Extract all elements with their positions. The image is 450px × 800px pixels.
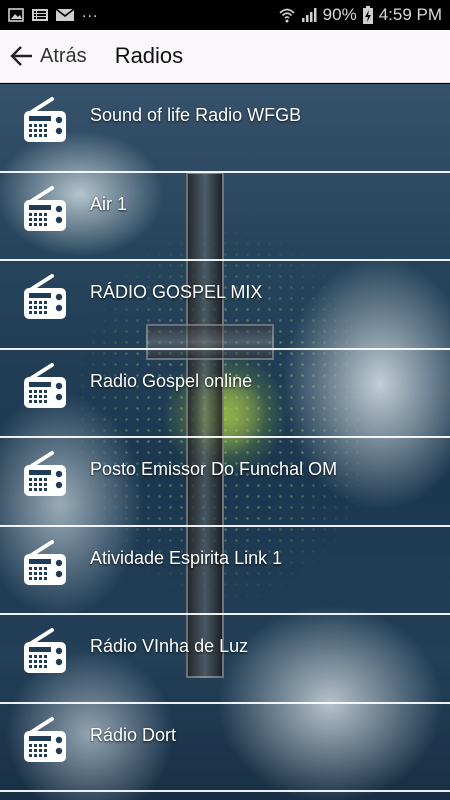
signal-icon — [301, 7, 317, 23]
radio-list-item[interactable]: Air 1 — [0, 173, 450, 261]
battery-charging-icon — [362, 6, 373, 24]
radio-icon — [22, 627, 68, 675]
more-notifications-indicator: ... — [82, 4, 99, 21]
radio-name: Air 1 — [90, 193, 128, 214]
radio-icon — [22, 450, 68, 498]
radio-list-item[interactable]: Atividade Espirita Link 1 — [0, 527, 450, 615]
status-bar: ... 90% 4:59 PM — [0, 0, 450, 30]
clock: 4:59 PM — [378, 5, 442, 24]
image-notification-icon — [8, 8, 24, 22]
radio-icon — [22, 716, 68, 764]
radio-list-item[interactable]: Sound of life Radio WFGB — [0, 84, 450, 173]
radio-icon — [22, 185, 68, 233]
wifi-icon — [279, 7, 295, 23]
radio-list-item[interactable]: RÁDIO GOSPEL MIX — [0, 261, 450, 350]
radio-name: Radio Gospel online — [90, 370, 253, 391]
page-title: Radios — [114, 43, 184, 68]
radio-list-area[interactable]: Sound of life Radio WFGB Air 1 RÁDIO GOS… — [0, 84, 450, 800]
arrow-left-icon — [10, 45, 34, 67]
radio-icon — [22, 362, 68, 410]
radio-list-item[interactable]: Posto Emissor Do Funchal OM — [0, 438, 450, 527]
radio-list-item[interactable]: Radio Gospel online — [0, 350, 450, 438]
radio-list-item[interactable]: Rádio Dort — [0, 704, 450, 792]
radio-name: Posto Emissor Do Funchal OM — [90, 459, 338, 479]
notification-icons: ... — [8, 4, 98, 22]
list-notification-icon — [32, 8, 48, 22]
radio-icon — [22, 96, 68, 144]
mail-notification-icon — [56, 8, 74, 22]
back-button[interactable]: Atrás — [0, 30, 87, 82]
radio-name: Atividade Espirita Link 1 — [90, 547, 283, 568]
radio-name: Sound of life Radio WFGB — [90, 105, 302, 125]
app-bar: Atrás Radios — [0, 30, 450, 83]
radio-name: Rádio VInha de Luz — [90, 636, 249, 656]
radio-name: Rádio Dort — [90, 724, 177, 745]
radio-list-item[interactable]: Rádio VInha de Luz — [0, 615, 450, 704]
system-icons: 90% 4:59 PM — [279, 5, 442, 25]
radio-icon — [22, 539, 68, 587]
radio-list: Sound of life Radio WFGB Air 1 RÁDIO GOS… — [0, 84, 450, 792]
back-label: Atrás — [40, 44, 87, 67]
radio-icon — [22, 273, 68, 321]
battery-percent: 90% — [322, 5, 357, 24]
radio-name: RÁDIO GOSPEL MIX — [90, 282, 263, 302]
